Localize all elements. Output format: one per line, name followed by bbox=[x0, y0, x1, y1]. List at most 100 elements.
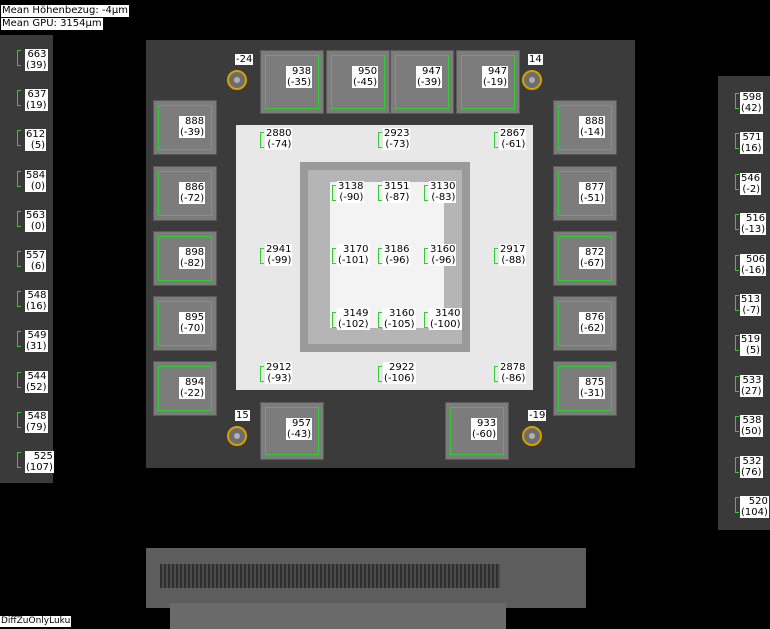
memory-chip-right-2-label-value: 872 bbox=[585, 247, 605, 258]
memory-chip-left-3-label-value: 895 bbox=[185, 312, 205, 323]
gpu-core-reading-3: 3170 (-101) bbox=[337, 244, 370, 266]
memory-chip-left-2-label-value: 898 bbox=[185, 247, 205, 258]
gpu-core-marker-4 bbox=[378, 248, 382, 264]
gpu-outer-marker-7 bbox=[494, 366, 498, 382]
gpu-outer-reading-1: 2923 (-73) bbox=[383, 128, 411, 150]
connector-edge bbox=[170, 603, 506, 629]
mounting-hole-sensor-0 bbox=[227, 70, 247, 90]
left-strip-reading-5-value: 557 bbox=[26, 250, 46, 261]
left-strip-marker-5 bbox=[17, 251, 21, 267]
gpu-core-reading-8: 3140 (-100) bbox=[429, 308, 462, 330]
memory-chip-right-3-label-value: 876 bbox=[585, 312, 605, 323]
left-strip-reading-1-diff: (19) bbox=[26, 100, 47, 112]
left-strip-reading-3: 584 (0) bbox=[25, 169, 47, 192]
gpu-outer-marker-5 bbox=[260, 366, 264, 382]
gpu-core-reading-8-value: 3140 bbox=[435, 308, 461, 319]
mounting-hole-sensor-1 bbox=[522, 70, 542, 90]
right-strip-reading-0-value: 598 bbox=[742, 92, 762, 103]
right-strip-marker-2 bbox=[735, 173, 739, 190]
gpu-outer-reading-6: 2922 (-106) bbox=[383, 362, 416, 384]
connector-pins bbox=[160, 564, 500, 588]
right-strip-marker-4 bbox=[735, 254, 739, 271]
left-strip-reading-9: 548 (79) bbox=[25, 410, 48, 433]
right-strip-marker-7 bbox=[735, 375, 739, 392]
memory-chip-top-3-label-diff: (-19) bbox=[483, 77, 508, 88]
right-strip-marker-9 bbox=[735, 456, 739, 473]
right-strip-reading-2: 546 (-2) bbox=[740, 172, 762, 195]
right-strip-reading-2-diff: (-2) bbox=[742, 183, 761, 195]
gpu-outer-reading-0-diff: (-74) bbox=[267, 139, 292, 150]
left-strip-marker-6 bbox=[17, 291, 21, 308]
gpu-core-marker-1 bbox=[378, 185, 382, 201]
right-strip-reading-1: 571 (16) bbox=[740, 132, 763, 155]
gpu-core-reading-2: 3130 (-83) bbox=[429, 181, 457, 203]
gpu-core-marker-2 bbox=[424, 185, 428, 201]
memory-chip-right-3-label-diff: (-62) bbox=[580, 323, 605, 334]
left-strip-marker-10 bbox=[17, 452, 21, 468]
memory-chip-left-0-label-diff: (-39) bbox=[180, 127, 205, 138]
gpu-core-marker-3 bbox=[332, 248, 336, 264]
memory-chip-right-4-label-value: 875 bbox=[585, 377, 605, 388]
right-strip-marker-5 bbox=[735, 295, 739, 311]
gpu-core-reading-6: 3149 (-102) bbox=[337, 308, 370, 330]
right-strip-reading-5-diff: (-7) bbox=[742, 305, 761, 316]
left-strip-reading-5: 557 (6) bbox=[25, 250, 47, 272]
gpu-outer-reading-4-value: 2917 bbox=[500, 244, 526, 255]
memory-chip-top-3-label: 947 (-19) bbox=[482, 66, 509, 88]
right-strip-reading-8-diff: (50) bbox=[741, 426, 762, 438]
gpu-outer-reading-3-value: 2941 bbox=[266, 244, 292, 255]
left-strip-reading-0-diff: (39) bbox=[26, 60, 47, 71]
gpu-outer-reading-4-diff: (-88) bbox=[501, 255, 526, 266]
gpu-outer-reading-2: 2867 (-61) bbox=[499, 128, 527, 150]
gpu-core-reading-5: 3160 (-96) bbox=[429, 244, 457, 266]
memory-chip-right-0-label: 888 (-14) bbox=[579, 116, 606, 138]
right-strip-reading-4-diff: (-16) bbox=[741, 264, 766, 276]
right-strip-marker-8 bbox=[735, 416, 739, 433]
right-strip-reading-3-diff: (-13) bbox=[741, 224, 766, 236]
left-strip-reading-3-diff: (0) bbox=[30, 180, 46, 192]
right-strip-reading-5-value: 513 bbox=[741, 294, 761, 305]
left-strip-reading-4-value: 563 bbox=[26, 209, 46, 221]
right-strip-reading-3: 516 (-13) bbox=[740, 213, 767, 236]
right-strip-reading-10-value: 520 bbox=[748, 496, 768, 507]
memory-chip-right-4-label: 875 (-31) bbox=[579, 377, 606, 399]
gpu-core-reading-0: 3138 (-90) bbox=[337, 181, 365, 203]
right-strip-reading-6-diff: (5) bbox=[745, 345, 761, 357]
right-strip-reading-8: 538 (50) bbox=[740, 415, 763, 438]
memory-chip-top-2-label-diff: (-39) bbox=[417, 77, 442, 88]
memory-chip-top-0-label: 938 (-35) bbox=[286, 66, 313, 88]
memory-chip-top-1-label-diff: (-45) bbox=[353, 77, 378, 88]
memory-chip-right-0-label-diff: (-14) bbox=[580, 127, 605, 138]
right-strip-reading-4: 506 (-16) bbox=[740, 253, 767, 276]
right-strip-reading-1-value: 571 bbox=[742, 132, 762, 144]
memory-chip-left-1-label-diff: (-72) bbox=[180, 193, 205, 204]
gpu-core-reading-7-value: 3160 bbox=[389, 308, 415, 319]
memory-chip-bottom-1-label: 933 (-60) bbox=[471, 418, 498, 440]
left-strip-reading-8-diff: (52) bbox=[26, 381, 47, 393]
gpu-core-reading-4-value: 3186 bbox=[384, 244, 410, 255]
gpu-core-reading-3-value: 3170 bbox=[343, 244, 369, 255]
right-strip-reading-9-value: 532 bbox=[742, 455, 762, 467]
memory-chip-top-0-label-diff: (-35) bbox=[287, 77, 312, 88]
right-strip-marker-1 bbox=[735, 133, 739, 150]
gpu-core-marker-0 bbox=[332, 185, 336, 201]
gpu-core-reading-1-diff: (-87) bbox=[385, 192, 410, 203]
right-strip-reading-10: 520 (104) bbox=[740, 496, 769, 518]
memory-chip-left-2-label: 898 (-82) bbox=[179, 247, 206, 269]
left-strip-reading-9-value: 548 bbox=[27, 410, 47, 422]
memory-chip-top-1-label-value: 950 bbox=[358, 66, 378, 77]
left-strip-reading-5-diff: (6) bbox=[30, 261, 46, 272]
left-strip-reading-4-diff: (0) bbox=[30, 220, 46, 232]
gpu-core-reading-6-diff: (-102) bbox=[338, 319, 369, 330]
gpu-core-reading-2-diff: (-83) bbox=[431, 192, 456, 203]
gpu-outer-reading-0: 2880 (-74) bbox=[265, 128, 293, 150]
gpu-core-reading-1-value: 3151 bbox=[384, 181, 410, 192]
left-strip-marker-9 bbox=[17, 411, 21, 428]
right-strip-marker-0 bbox=[735, 93, 739, 109]
memory-chip-left-1-label-value: 886 bbox=[185, 182, 205, 193]
memory-chip-right-2-label: 872 (-67) bbox=[579, 247, 606, 269]
memory-chip-right-2-label-diff: (-67) bbox=[580, 258, 605, 269]
left-strip-reading-2-diff: (5) bbox=[30, 140, 46, 152]
gpu-core-marker-5 bbox=[424, 248, 428, 264]
gpu-core-reading-3-diff: (-101) bbox=[338, 255, 369, 266]
